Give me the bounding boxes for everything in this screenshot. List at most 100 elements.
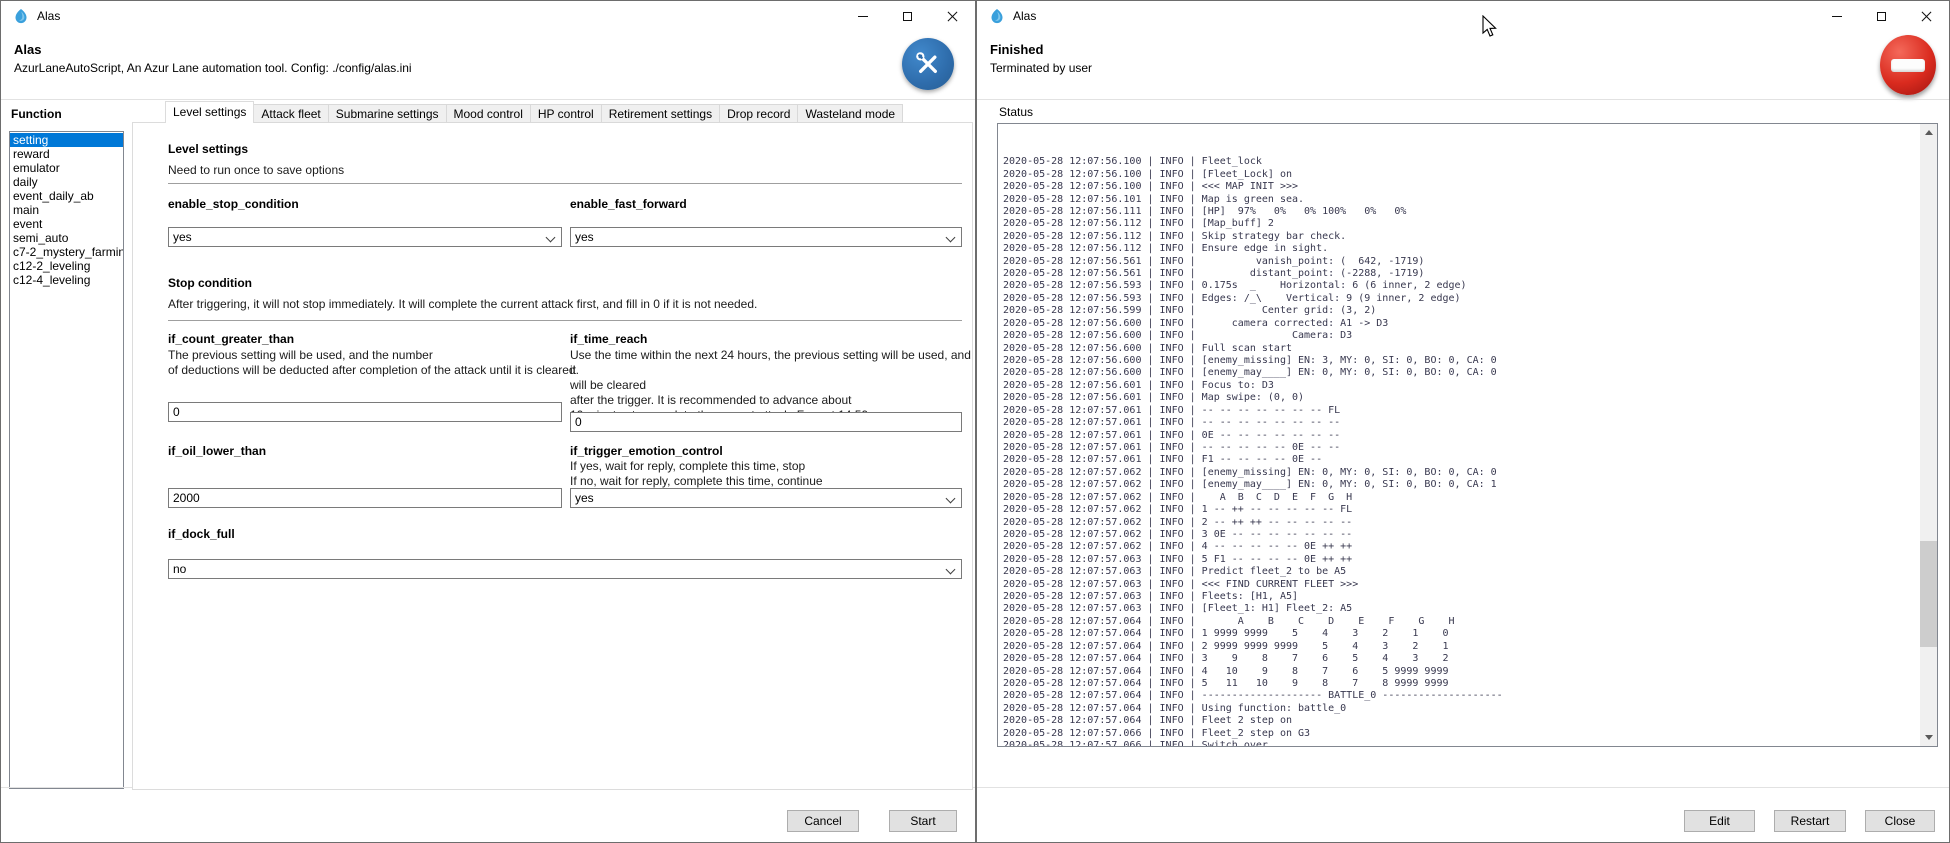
minimize-icon (1832, 16, 1842, 17)
log-line: 2020-05-28 12:07:57.063 | INFO | Predict… (1003, 566, 1919, 578)
log-line: 2020-05-28 12:07:56.112 | INFO | Skip st… (1003, 231, 1919, 243)
log-line: 2020-05-28 12:07:57.062 | INFO | [enemy_… (1003, 479, 1919, 491)
function-list-label: Function (11, 107, 62, 121)
tab-drop-record[interactable]: Drop record (720, 104, 798, 123)
header-divider (1, 99, 975, 100)
log-line: 2020-05-28 12:07:57.062 | INFO | A B C D… (1003, 492, 1919, 504)
log-line: 2020-05-28 12:07:56.112 | INFO | [Map_bu… (1003, 218, 1919, 230)
function-item-emulator[interactable]: emulator (10, 161, 123, 175)
chevron-down-icon (946, 494, 956, 504)
function-item-c7-2-mystery-farming[interactable]: c7-2_mystery_farming (10, 245, 123, 259)
edit-button[interactable]: Edit (1684, 810, 1755, 832)
minimize-button[interactable] (840, 1, 885, 31)
log-line: 2020-05-28 12:07:57.066 | INFO | Fleet_2… (1003, 728, 1919, 740)
tab-level-settings[interactable]: Level settings (165, 101, 254, 123)
log-line: 2020-05-28 12:07:57.064 | INFO | -------… (1003, 690, 1919, 702)
scrollbar-thumb[interactable] (1920, 541, 1937, 647)
log-line: 2020-05-28 12:07:57.064 | INFO | 4 10 9 … (1003, 666, 1919, 678)
window-title: Alas (1013, 9, 1036, 23)
if-trigger-emotion-control-label: if_trigger_emotion_control (570, 444, 723, 458)
log-line: 2020-05-28 12:07:57.064 | INFO | 5 11 10… (1003, 678, 1919, 690)
restart-button[interactable]: Restart (1774, 810, 1846, 832)
stop-condition-heading: Stop condition (168, 276, 252, 290)
if-oil-lower-than-input[interactable] (168, 488, 562, 508)
function-list: setting reward emulator daily event_dail… (9, 131, 124, 789)
close-button[interactable] (1904, 1, 1949, 31)
window-controls (1814, 1, 1949, 31)
log-output[interactable]: 2020-05-28 12:07:56.100 | INFO | Fleet_l… (1003, 123, 1919, 746)
log-line: 2020-05-28 12:07:57.061 | INFO | -- -- -… (1003, 442, 1919, 454)
log-line: 2020-05-28 12:07:56.112 | INFO | Ensure … (1003, 243, 1919, 255)
scroll-down-button[interactable] (1920, 729, 1937, 746)
tab-mood-control[interactable]: Mood control (447, 104, 531, 123)
log-line: 2020-05-28 12:07:56.600 | INFO | camera … (1003, 318, 1919, 330)
log-line: 2020-05-28 12:07:56.600 | INFO | Camera:… (1003, 330, 1919, 342)
log-line: 2020-05-28 12:07:57.061 | INFO | -- -- -… (1003, 405, 1919, 417)
close-icon (947, 11, 958, 22)
enable-stop-condition-select[interactable]: yes (168, 227, 562, 247)
run-status-title: Finished (990, 42, 1043, 57)
if-trigger-emotion-control-select[interactable]: yes (570, 488, 962, 508)
divider (168, 183, 962, 184)
log-line: 2020-05-28 12:07:57.062 | INFO | [enemy_… (1003, 467, 1919, 479)
settings-tabstrip: Level settings Attack fleet Submarine se… (166, 103, 903, 123)
log-line: 2020-05-28 12:07:56.600 | INFO | [enemy_… (1003, 355, 1919, 367)
function-item-semi-auto[interactable]: semi_auto (10, 231, 123, 245)
start-button[interactable]: Start (889, 810, 957, 832)
tab-attack-fleet[interactable]: Attack fleet (254, 104, 328, 123)
if-dock-full-select[interactable]: no (168, 559, 962, 579)
enable-stop-condition-value: yes (173, 230, 192, 244)
log-line: 2020-05-28 12:07:57.062 | INFO | 1 -- ++… (1003, 504, 1919, 516)
enable-fast-forward-select[interactable]: yes (570, 227, 962, 247)
log-scrollbar[interactable] (1920, 124, 1937, 746)
function-item-main[interactable]: main (10, 203, 123, 217)
log-line: 2020-05-28 12:07:56.561 | INFO | distant… (1003, 268, 1919, 280)
run-status-subtitle: Terminated by user (990, 61, 1092, 75)
minimize-button[interactable] (1814, 1, 1859, 31)
log-line: 2020-05-28 12:07:56.101 | INFO | Map is … (1003, 194, 1919, 206)
chevron-down-icon (946, 565, 956, 575)
tab-hp-control[interactable]: HP control (531, 104, 602, 123)
scroll-up-button[interactable] (1920, 124, 1937, 141)
page-heading-desc: Need to run once to save options (168, 163, 344, 177)
enable-stop-condition-label: enable_stop_condition (168, 197, 299, 211)
status-log-box: 2020-05-28 12:07:56.100 | INFO | Fleet_l… (997, 123, 1938, 747)
log-line: 2020-05-28 12:07:56.600 | INFO | [enemy_… (1003, 367, 1919, 379)
cancel-button[interactable]: Cancel (787, 810, 859, 832)
log-line: 2020-05-28 12:07:56.599 | INFO | Center … (1003, 305, 1919, 317)
log-line: 2020-05-28 12:07:57.066 | INFO | Switch … (1003, 740, 1919, 746)
tools-badge (902, 38, 954, 90)
close-run-button[interactable]: Close (1865, 810, 1935, 832)
triangle-up-icon (1925, 130, 1933, 135)
maximize-button[interactable] (1859, 1, 1904, 31)
function-item-c12-2-leveling[interactable]: c12-2_leveling (10, 259, 123, 273)
if-count-greater-than-desc: The previous setting will be used, and t… (168, 348, 579, 378)
function-item-reward[interactable]: reward (10, 147, 123, 161)
function-item-c12-4-leveling[interactable]: c12-4_leveling (10, 273, 123, 287)
log-line: 2020-05-28 12:07:57.061 | INFO | -- -- -… (1003, 417, 1919, 429)
status-label: Status (999, 105, 1033, 119)
maximize-button[interactable] (885, 1, 930, 31)
if-oil-lower-than-label: if_oil_lower_than (168, 444, 266, 458)
stopped-badge (1880, 35, 1936, 95)
function-item-setting[interactable]: setting (10, 133, 123, 147)
alas-logo-icon (989, 8, 1005, 24)
maximize-icon (1877, 12, 1886, 21)
enable-fast-forward-label: enable_fast_forward (570, 197, 687, 211)
window-title: Alas (37, 9, 60, 23)
log-line: 2020-05-28 12:07:57.064 | INFO | Fleet 2… (1003, 715, 1919, 727)
log-line: 2020-05-28 12:07:57.064 | INFO | 1 9999 … (1003, 628, 1919, 640)
enable-fast-forward-value: yes (575, 230, 594, 244)
if-count-greater-than-input[interactable] (168, 402, 562, 422)
if-time-reach-input[interactable] (570, 412, 962, 432)
alas-log-window: Alas Finished Terminated by user Status … (976, 0, 1950, 843)
tab-retirement-settings[interactable]: Retirement settings (602, 104, 720, 123)
function-item-event-daily-ab[interactable]: event_daily_ab (10, 189, 123, 203)
titlebar: Alas (1, 1, 975, 31)
close-button[interactable] (930, 1, 975, 31)
tab-wasteland-mode[interactable]: Wasteland mode (798, 104, 903, 123)
log-line: 2020-05-28 12:07:57.063 | INFO | [Fleet_… (1003, 603, 1919, 615)
function-item-daily[interactable]: daily (10, 175, 123, 189)
tab-submarine-settings[interactable]: Submarine settings (329, 104, 447, 123)
function-item-event[interactable]: event (10, 217, 123, 231)
